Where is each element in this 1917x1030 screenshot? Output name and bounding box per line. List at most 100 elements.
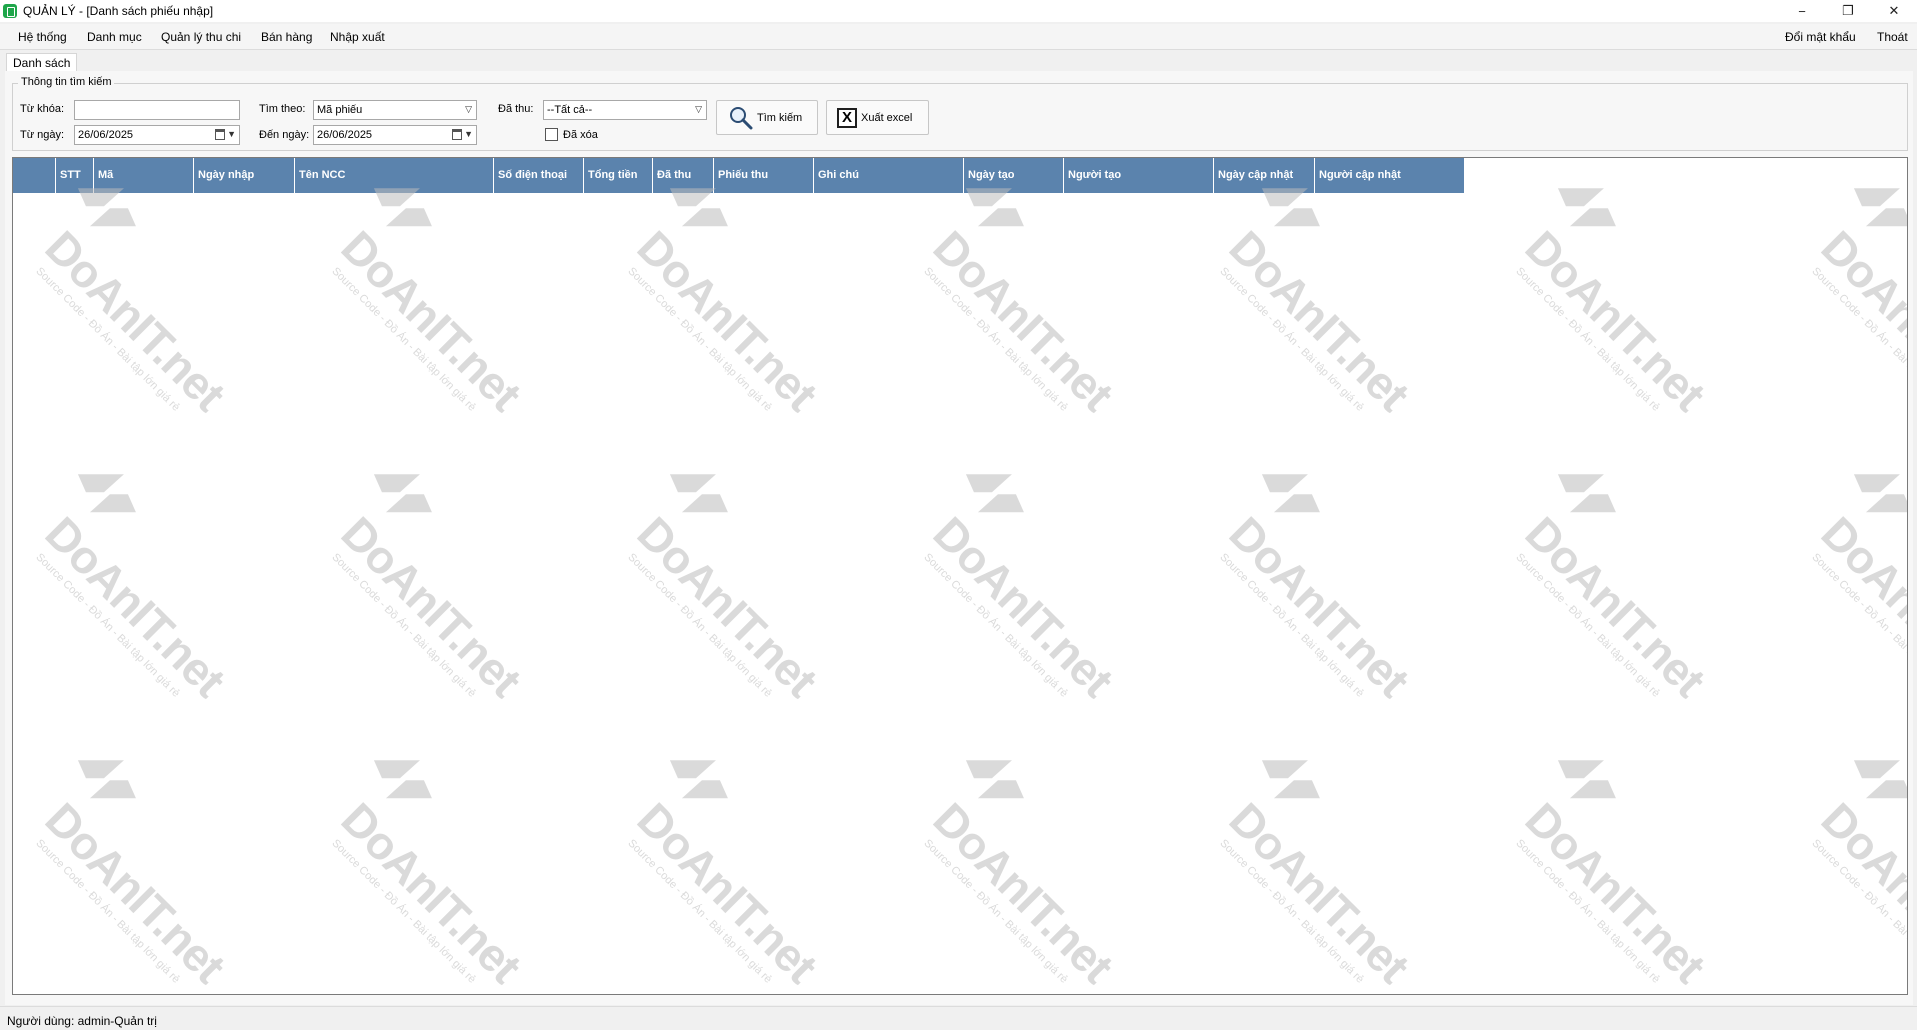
column-header-tong-tien[interactable]: Tổng tiền <box>584 158 653 193</box>
watermark-text: DoAnIT.net <box>923 506 1124 707</box>
watermark: DoAnIT.net Source Code - Đồ Án - Bài tập … <box>1802 760 1908 994</box>
chevron-down-icon: ▽ <box>465 104 472 114</box>
status-bar: Người dùng: admin-Quản trị <box>0 1006 1917 1030</box>
watermark-subtext: Source Code - Đồ Án - Bài tập lớn giá rẻ <box>921 837 1070 986</box>
to-date-picker[interactable]: 26/06/2025 ▼ <box>313 125 477 145</box>
close-button[interactable]: ✕ <box>1871 0 1917 22</box>
chevron-down-icon: ▼ <box>227 129 236 139</box>
watermark-logo-icon <box>77 474 136 513</box>
paid-select[interactable]: --Tất cả-- ▽ <box>543 100 707 120</box>
minimize-button[interactable]: − <box>1779 0 1825 22</box>
watermark-subtext: Source Code - Đồ Án - Bài tập lớn giá rẻ <box>625 837 774 986</box>
watermark-subtext: Source Code - Đồ Án - Bài tập lớn giá rẻ <box>329 265 478 414</box>
watermark-subtext: Source Code - Đồ Án - Bài tập lớn giá rẻ <box>625 551 774 700</box>
watermark-text: DoAnIT.net <box>1811 220 1908 421</box>
paid-label: Đã thu: <box>498 103 534 115</box>
chevron-down-icon: ▽ <box>695 104 702 114</box>
watermark-logo-icon <box>1261 474 1320 513</box>
watermark-subtext: Source Code - Đồ Án - Bài tập lớn giá rẻ <box>1809 837 1908 985</box>
watermark-logo-icon <box>1853 760 1907 799</box>
column-header-rowselector[interactable] <box>13 158 56 193</box>
watermark-text: DoAnIT.net <box>1219 220 1420 421</box>
watermark-subtext: Source Code - Đồ Án - Bài tập lớn giá rẻ <box>1217 837 1366 986</box>
status-user: Người dùng: admin-Quản trị <box>7 1014 157 1028</box>
search-by-select[interactable]: Mã phiếu ▽ <box>313 100 477 120</box>
watermark-text: DoAnIT.net <box>1811 792 1908 993</box>
watermark-text: DoAnIT.net <box>331 220 532 421</box>
watermark-text: DoAnIT.net <box>35 792 236 993</box>
watermark: DoAnIT.net Source Code - Đồ Án - Bài tập … <box>1802 474 1908 715</box>
menu-he-thong[interactable]: Hệ thống <box>18 30 67 44</box>
keyword-label: Từ khóa: <box>20 103 65 115</box>
watermark-logo-icon <box>77 760 136 799</box>
restore-button[interactable]: ❐ <box>1825 0 1871 22</box>
watermark-logo-icon <box>669 474 728 513</box>
column-header-ngay-tao[interactable]: Ngày tạo <box>964 158 1064 193</box>
from-date-picker[interactable]: 26/06/2025 ▼ <box>74 125 240 145</box>
menu-doi-mat-khau[interactable]: Đổi mật khẩu <box>1785 30 1856 44</box>
watermark-logo-icon <box>965 760 1024 799</box>
watermark-subtext: Source Code - Đồ Án - Bài tập lớn giá rẻ <box>1809 551 1908 699</box>
menu-ban-hang[interactable]: Bán hàng <box>261 30 312 44</box>
to-date-label: Đến ngày: <box>259 129 310 141</box>
menu-danh-muc[interactable]: Danh mục <box>87 30 142 44</box>
menu-quan-ly-thu-chi[interactable]: Quản lý thu chi <box>161 30 241 44</box>
column-header-stt[interactable]: STT <box>56 158 94 193</box>
window-controls: − ❐ ✕ <box>1779 0 1917 22</box>
watermark-subtext: Source Code - Đồ Án - Bài tập lớn giá rẻ <box>33 265 182 414</box>
chevron-down-icon: ▼ <box>464 129 473 139</box>
data-grid[interactable]: STT Mã Ngày nhập Tên NCC Số điện thoại T… <box>12 157 1908 995</box>
watermark: DoAnIT.net Source Code - Đồ Án - Bài tập … <box>26 760 236 994</box>
export-excel-button[interactable]: X Xuất excel <box>826 100 929 135</box>
deleted-checkbox[interactable] <box>545 128 558 141</box>
column-header-ghi-chu[interactable]: Ghi chú <box>814 158 964 193</box>
column-header-ma[interactable]: Mã <box>94 158 194 193</box>
watermark-text: DoAnIT.net <box>331 506 532 707</box>
watermark: DoAnIT.net Source Code - Đồ Án - Bài tập … <box>26 474 235 715</box>
watermark-subtext: Source Code - Đồ Án - Bài tập lớn giá rẻ <box>329 837 478 986</box>
title-bar: QUẢN LÝ - [Danh sách phiếu nhập] − ❐ ✕ <box>0 0 1917 22</box>
column-header-phieu-thu[interactable]: Phiếu thu <box>714 158 814 193</box>
watermark-subtext: Source Code - Đồ Án - Bài tập lớn giá rẻ <box>1217 551 1366 700</box>
watermark: DoAnIT.net Source Code - Đồ Án - Bài tập … <box>322 760 531 994</box>
column-header-ten-ncc[interactable]: Tên NCC <box>295 158 494 193</box>
watermark: DoAnIT.net Source Code - Đồ Án - Bài tập … <box>1802 188 1908 429</box>
excel-icon: X <box>837 107 857 128</box>
tab-bar: Danh sách <box>0 51 1917 72</box>
window-title: QUẢN LÝ - [Danh sách phiếu nhập] <box>23 4 214 18</box>
watermark-logo-icon <box>373 474 432 513</box>
watermark-text: DoAnIT.net <box>35 220 236 421</box>
watermark: DoAnIT.net Source Code - Đồ Án - Bài tập … <box>914 760 1124 994</box>
keyword-input[interactable] <box>74 100 240 120</box>
watermark-subtext: Source Code - Đồ Án - Bài tập lớn giá rẻ <box>921 265 1070 414</box>
column-header-ngay-nhap[interactable]: Ngày nhập <box>194 158 295 193</box>
menu-bar: Hệ thống Danh mục Quản lý thu chi Bán hà… <box>0 24 1917 50</box>
watermark: DoAnIT.net Source Code - Đồ Án - Bài tập … <box>1506 188 1716 429</box>
deleted-label: Đã xóa <box>563 129 598 141</box>
watermark: DoAnIT.net Source Code - Đồ Án - Bài tập … <box>322 188 532 429</box>
watermark: DoAnIT.net Source Code - Đồ Án - Bài tập … <box>1210 474 1419 715</box>
watermark-text: DoAnIT.net <box>1219 792 1420 993</box>
watermark-logo-icon <box>669 760 728 799</box>
watermark-logo-icon <box>1261 760 1320 799</box>
calendar-icon <box>452 129 462 140</box>
menu-thoat[interactable]: Thoát <box>1877 30 1908 44</box>
watermark-subtext: Source Code - Đồ Án - Bài tập lớn giá rẻ <box>1809 265 1908 413</box>
column-header-ngay-cap-nhat[interactable]: Ngày cập nhật <box>1214 158 1315 193</box>
watermark: DoAnIT.net Source Code - Đồ Án - Bài tập … <box>26 188 236 429</box>
watermark: DoAnIT.net Source Code - Đồ Án - Bài tập … <box>914 188 1123 429</box>
search-button[interactable]: Tìm kiếm <box>716 100 818 135</box>
menu-nhap-xuat[interactable]: Nhập xuất <box>330 30 385 44</box>
column-header-nguoi-tao[interactable]: Người tạo <box>1064 158 1214 193</box>
column-header-nguoi-cap-nhat[interactable]: Người cập nhật <box>1315 158 1465 193</box>
tab-danh-sach[interactable]: Danh sách <box>6 53 78 72</box>
calendar-icon <box>215 129 225 140</box>
watermark-logo-icon <box>373 760 432 799</box>
watermark-text: DoAnIT.net <box>923 792 1124 993</box>
watermark-text: DoAnIT.net <box>1515 220 1716 421</box>
column-header-so-dien-thoai[interactable]: Số điện thoại <box>494 158 584 193</box>
watermark-text: DoAnIT.net <box>627 220 828 421</box>
column-header-da-thu[interactable]: Đã thu <box>653 158 714 193</box>
watermark-text: DoAnIT.net <box>1515 792 1716 993</box>
watermark-logo-icon <box>1853 474 1907 513</box>
